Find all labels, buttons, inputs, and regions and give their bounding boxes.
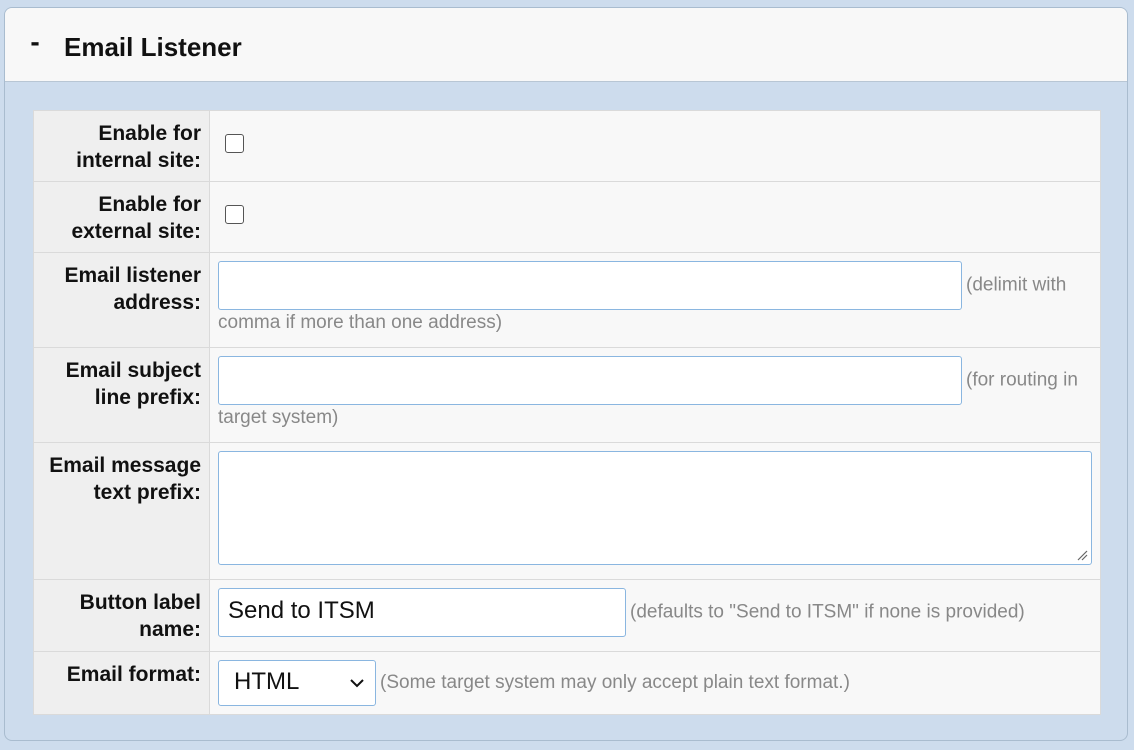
panel-header: - Email Listener — [5, 8, 1127, 82]
external-site-checkbox[interactable] — [225, 205, 244, 224]
email-format-value: HTML — [234, 668, 300, 695]
subject-prefix-label: Email subject line prefix: — [33, 347, 210, 443]
resize-grip-icon[interactable] — [1076, 549, 1088, 561]
form-row-format: Email format: HTML (Some target system ma… — [33, 651, 1101, 715]
collapse-toggle-icon[interactable]: - — [25, 22, 45, 62]
email-format-label: Email format: — [33, 651, 210, 715]
email-listener-panel: - Email Listener Enable for internal sit… — [4, 7, 1128, 741]
listener-address-input[interactable] — [218, 261, 962, 310]
subject-prefix-input[interactable] — [218, 356, 962, 405]
form-row-internal: Enable for internal site: — [33, 110, 1101, 182]
email-format-hint: (Some target system may only accept plai… — [380, 672, 850, 693]
form-row-address: Email listener address: (delimit with co… — [33, 252, 1101, 348]
chevron-down-icon — [350, 679, 364, 688]
external-site-label: Enable for external site: — [33, 181, 210, 253]
form-row-message: Email message text prefix: — [33, 442, 1101, 580]
email-format-select[interactable]: HTML — [218, 660, 376, 706]
message-prefix-label: Email message text prefix: — [33, 442, 210, 580]
button-label-hint: (defaults to "Send to ITSM" if none is p… — [630, 601, 1025, 623]
button-label-input[interactable]: Send to ITSM — [218, 588, 626, 637]
listener-address-label: Email listener address: — [33, 252, 210, 348]
internal-site-label: Enable for internal site: — [33, 110, 210, 182]
settings-form: Enable for internal site: Enable for ext… — [33, 110, 1101, 715]
message-prefix-textarea[interactable] — [218, 451, 1092, 565]
form-row-button-label: Button label name: Send to ITSM (defaults… — [33, 579, 1101, 652]
form-row-subject: Email subject line prefix: (for routing … — [33, 347, 1101, 443]
panel-title: Email Listener — [64, 32, 242, 62]
form-row-external: Enable for external site: — [33, 181, 1101, 253]
button-label-name-label: Button label name: — [33, 579, 210, 652]
internal-site-checkbox[interactable] — [225, 134, 244, 153]
